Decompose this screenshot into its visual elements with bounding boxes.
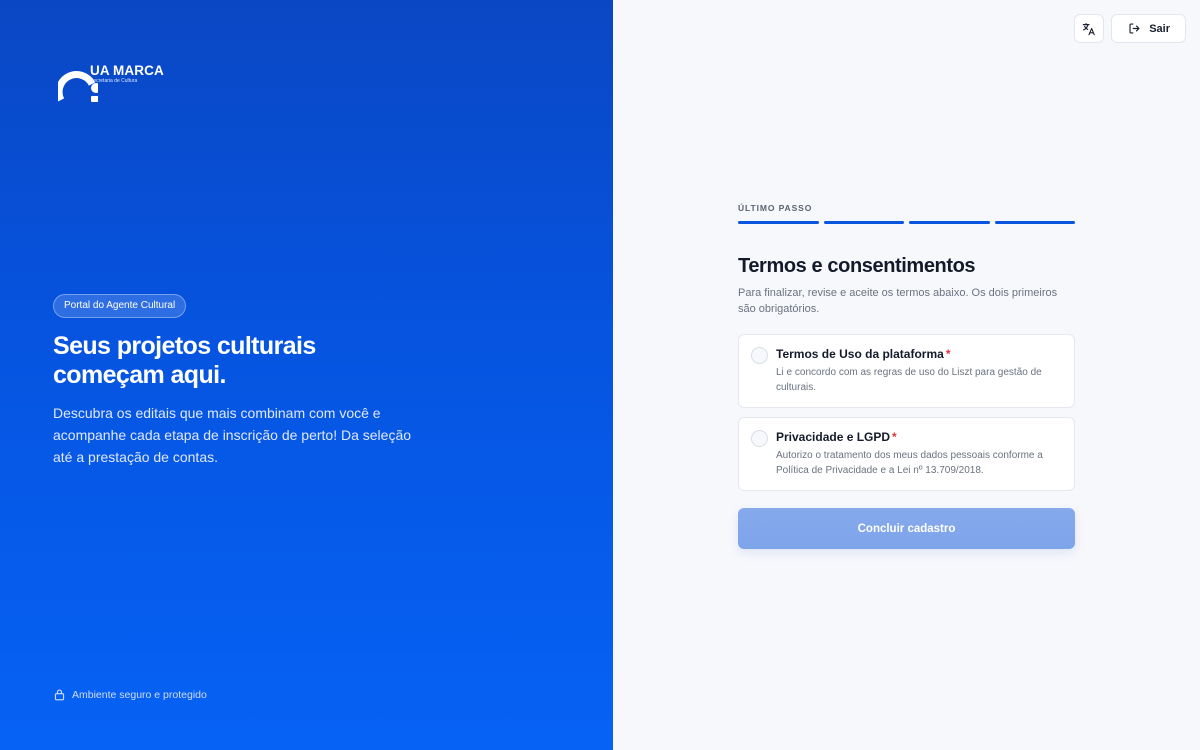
required-mark: * [892,430,897,444]
terms-form: ÚLTIMO PASSO Termos e consentimentos Par… [738,203,1075,549]
terms-of-use-description: Li e concordo com as regras de uso do Li… [776,367,1042,393]
privacy-lgpd-card[interactable]: Privacidade e LGPD * Autorizo o tratament… [738,417,1075,491]
step-label: ÚLTIMO PASSO [738,203,813,213]
hero-headline-line1: Seus projetos culturais [53,332,316,360]
logout-icon [1129,23,1140,34]
terms-of-use-checkbox[interactable] [751,347,768,364]
progress-step-4 [994,221,1075,224]
secure-note: Ambiente seguro e protegido [53,688,207,701]
brand-panel: UA MARCA Secretaria de Cultura Portal do… [0,0,613,750]
form-subtitle: Para finalizar, revise e aceite os termo… [738,287,1058,315]
step-progress [738,221,1075,224]
brand-name: UA MARCA [90,63,164,78]
portal-badge: Portal do Agente Cultural [53,294,187,318]
hero-description: Descubra os editais que mais combinam co… [53,405,412,465]
hero-headline-line2: começam aqui. [53,361,226,389]
header-actions: Sair [1074,14,1186,43]
lock-icon [54,689,65,701]
required-mark: * [945,347,951,361]
brand-subtitle: Secretaria de Cultura [90,78,138,84]
logout-button[interactable]: Sair [1111,14,1186,43]
progress-step-1 [738,221,819,224]
privacy-lgpd-description: Autorizo o tratamento dos meus dados pes… [776,450,1043,476]
form-title: Termos e consentimentos [738,255,976,277]
progress-step-3 [909,221,990,224]
complete-registration-button[interactable]: Concluir cadastro [738,508,1075,549]
terms-of-use-card[interactable]: Termos de Uso da plataforma * Li e concor… [738,334,1075,408]
language-button[interactable] [1074,14,1105,43]
translate-icon [1082,22,1096,35]
terms-of-use-title: Termos de Uso da plataforma * [776,347,951,361]
progress-step-2 [823,221,904,224]
privacy-lgpd-title: Privacidade e LGPD * [776,430,897,444]
secure-note-text: Ambiente seguro e protegido [72,688,207,701]
hero-headline: Seus projetos culturais começam aqui. [53,332,473,390]
brand-logo: UA MARCA Secretaria de Cultura [58,60,198,102]
form-panel: Sair ÚLTIMO PASSO Termos e consentimento… [613,0,1200,750]
logout-label: Sair [1149,22,1170,35]
privacy-lgpd-checkbox[interactable] [751,430,768,447]
